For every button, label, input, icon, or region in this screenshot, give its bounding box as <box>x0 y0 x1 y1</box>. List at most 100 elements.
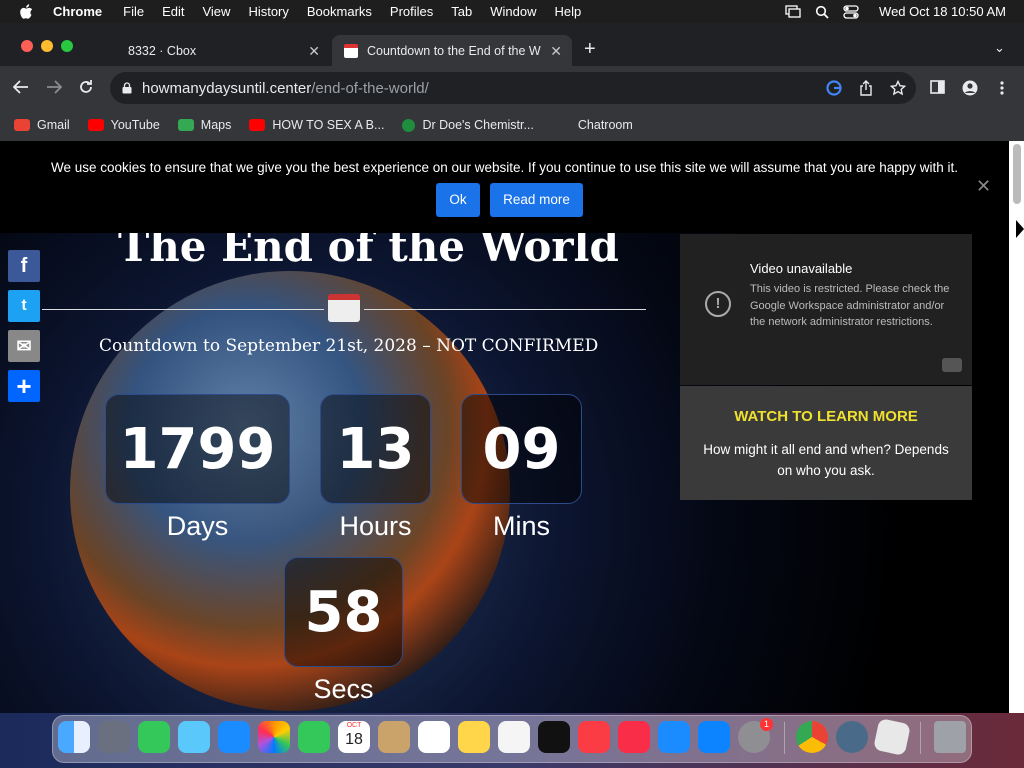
countdown-hours-label: Hours <box>339 511 412 541</box>
chrome-menu-kebab-icon[interactable] <box>999 80 1005 96</box>
apple-icon[interactable] <box>19 3 33 20</box>
menu-file[interactable]: File <box>123 4 144 19</box>
countdown-mins-label: Mins <box>492 511 550 541</box>
cookie-close-icon[interactable]: ✕ <box>976 176 991 197</box>
finder-icon[interactable] <box>58 721 90 753</box>
share-page-icon[interactable] <box>859 80 873 96</box>
menu-bookmarks[interactable]: Bookmarks <box>307 4 372 19</box>
dock-separator <box>784 722 785 754</box>
news-icon[interactable] <box>618 721 650 753</box>
back-arrow-icon[interactable] <box>13 80 29 94</box>
bookmark-label: Maps <box>200 118 232 132</box>
bookmark-maps[interactable]: Maps <box>177 118 232 132</box>
bookmark-youtube[interactable]: YouTube <box>87 118 160 132</box>
reminders-icon[interactable] <box>418 721 450 753</box>
spotlight-search-icon[interactable] <box>815 5 829 19</box>
menu-history[interactable]: History <box>248 4 288 19</box>
side-panel-icon[interactable] <box>930 80 945 94</box>
messages-icon[interactable] <box>138 721 170 753</box>
cookie-read-more-button[interactable]: Read more <box>490 183 583 217</box>
youtube-logo-icon[interactable] <box>942 358 962 372</box>
chrome-icon[interactable] <box>796 721 828 753</box>
video-embed[interactable]: ! Video unavailable This video is restri… <box>680 234 972 385</box>
calendar-favicon-icon <box>344 43 358 58</box>
url-path: /end-of-the-world/ <box>311 79 429 97</box>
address-bar[interactable]: howmanydaysuntil.center/end-of-the-world… <box>110 72 916 104</box>
gmail-icon <box>14 119 30 131</box>
tab-countdown[interactable]: Countdown to the End of the W ✕ <box>332 35 572 66</box>
video-description: This video is restricted. Please check t… <box>750 283 950 328</box>
window-minimize-button[interactable] <box>41 40 53 52</box>
youtube-icon <box>249 119 266 131</box>
menu-view[interactable]: View <box>202 4 230 19</box>
menu-edit[interactable]: Edit <box>162 4 184 19</box>
mail-icon[interactable] <box>218 721 250 753</box>
bookmark-gmail[interactable]: Gmail <box>14 118 70 132</box>
bookmark-how-to[interactable]: HOW TO SEX A B... <box>249 118 384 132</box>
maps-icon[interactable] <box>178 721 210 753</box>
countdown-secs-label: Secs <box>313 674 374 704</box>
profile-avatar-icon[interactable] <box>962 80 978 96</box>
mouse-cursor-icon <box>1016 220 1024 238</box>
share-icon[interactable]: + <box>8 370 40 402</box>
countdown-mins-box: 09 <box>461 394 582 504</box>
facebook-icon[interactable]: f <box>8 250 40 282</box>
tab-cbox[interactable]: 8332 · Cbox ✕ <box>112 35 330 66</box>
bookmark-dr-does[interactable]: Dr Doe's Chemistr... <box>402 118 534 132</box>
trash-icon[interactable] <box>934 721 966 753</box>
bookmark-label: HOW TO SEX A B... <box>272 118 385 132</box>
countdown-hours-box: 13 <box>320 394 431 504</box>
reload-icon[interactable] <box>78 79 94 95</box>
control-center-icon[interactable] <box>843 4 859 19</box>
music-icon[interactable] <box>578 721 610 753</box>
url-host: howmanydaysuntil.center <box>142 79 312 97</box>
countdown-subtitle: Countdown to September 21st, 2028 – NOT … <box>99 336 599 356</box>
window-close-button[interactable] <box>21 40 33 52</box>
menu-window[interactable]: Window <box>490 4 536 19</box>
bookmark-star-icon[interactable] <box>890 80 906 96</box>
youtube-icon <box>87 119 104 131</box>
leaf-icon <box>402 118 416 132</box>
forward-arrow-icon[interactable] <box>46 80 62 94</box>
notes-icon[interactable] <box>458 721 490 753</box>
bookmark-label: Chatroom <box>577 118 633 132</box>
lock-icon[interactable] <box>122 82 132 94</box>
contacts-icon[interactable] <box>378 721 410 753</box>
tab-close-icon[interactable]: ✕ <box>550 43 562 60</box>
twitter-icon[interactable]: t <box>8 290 40 322</box>
screen-mirroring-icon[interactable] <box>785 5 801 18</box>
keynote-icon[interactable] <box>658 721 690 753</box>
appletv-icon[interactable] <box>538 721 570 753</box>
notification-badge: 1 <box>760 718 773 731</box>
photos-icon[interactable] <box>258 721 290 753</box>
quicktime-icon[interactable] <box>836 721 868 753</box>
google-lens-icon[interactable] <box>826 80 842 96</box>
menu-profiles[interactable]: Profiles <box>390 4 433 19</box>
window-zoom-button[interactable] <box>61 40 73 52</box>
email-icon[interactable]: ✉ <box>8 330 40 362</box>
launchpad-icon[interactable] <box>98 721 130 753</box>
tab-close-icon[interactable]: ✕ <box>308 43 320 60</box>
learn-more-heading: WATCH TO LEARN MORE <box>734 408 918 425</box>
menu-tab[interactable]: Tab <box>451 4 472 19</box>
tab-title: 8332 · Cbox <box>128 43 197 58</box>
cookie-ok-button[interactable]: Ok <box>436 183 480 217</box>
calendar-icon[interactable]: OCT 18 <box>338 721 370 753</box>
menubar-clock[interactable]: Wed Oct 18 10:50 AM <box>879 4 1006 19</box>
freeform-icon[interactable] <box>498 721 530 753</box>
bookmark-chatroom[interactable]: Chatroom <box>578 118 633 132</box>
menu-app-chrome[interactable]: Chrome <box>53 4 102 19</box>
scrollbar-thumb[interactable] <box>1013 144 1021 204</box>
countdown-days-box: 1799 <box>105 394 290 504</box>
appstore-icon[interactable] <box>698 721 730 753</box>
calendar-month: OCT <box>346 722 362 729</box>
cookie-banner: We use cookies to ensure that we give yo… <box>0 141 1009 233</box>
tab-search-chevron-icon[interactable]: ⌄ <box>994 40 1005 56</box>
menu-help[interactable]: Help <box>555 4 582 19</box>
facetime-icon[interactable] <box>298 721 330 753</box>
tab-title: Countdown to the End of the W <box>367 43 541 58</box>
learn-more-body: How might it all end and when? Depends o… <box>703 442 949 478</box>
new-tab-icon[interactable]: + <box>584 38 596 61</box>
learn-more-panel: WATCH TO LEARN MORE How might it all end… <box>680 386 972 500</box>
bookmarks-bar: Gmail YouTube Maps HOW TO SEX A B... Dr … <box>0 109 1024 141</box>
